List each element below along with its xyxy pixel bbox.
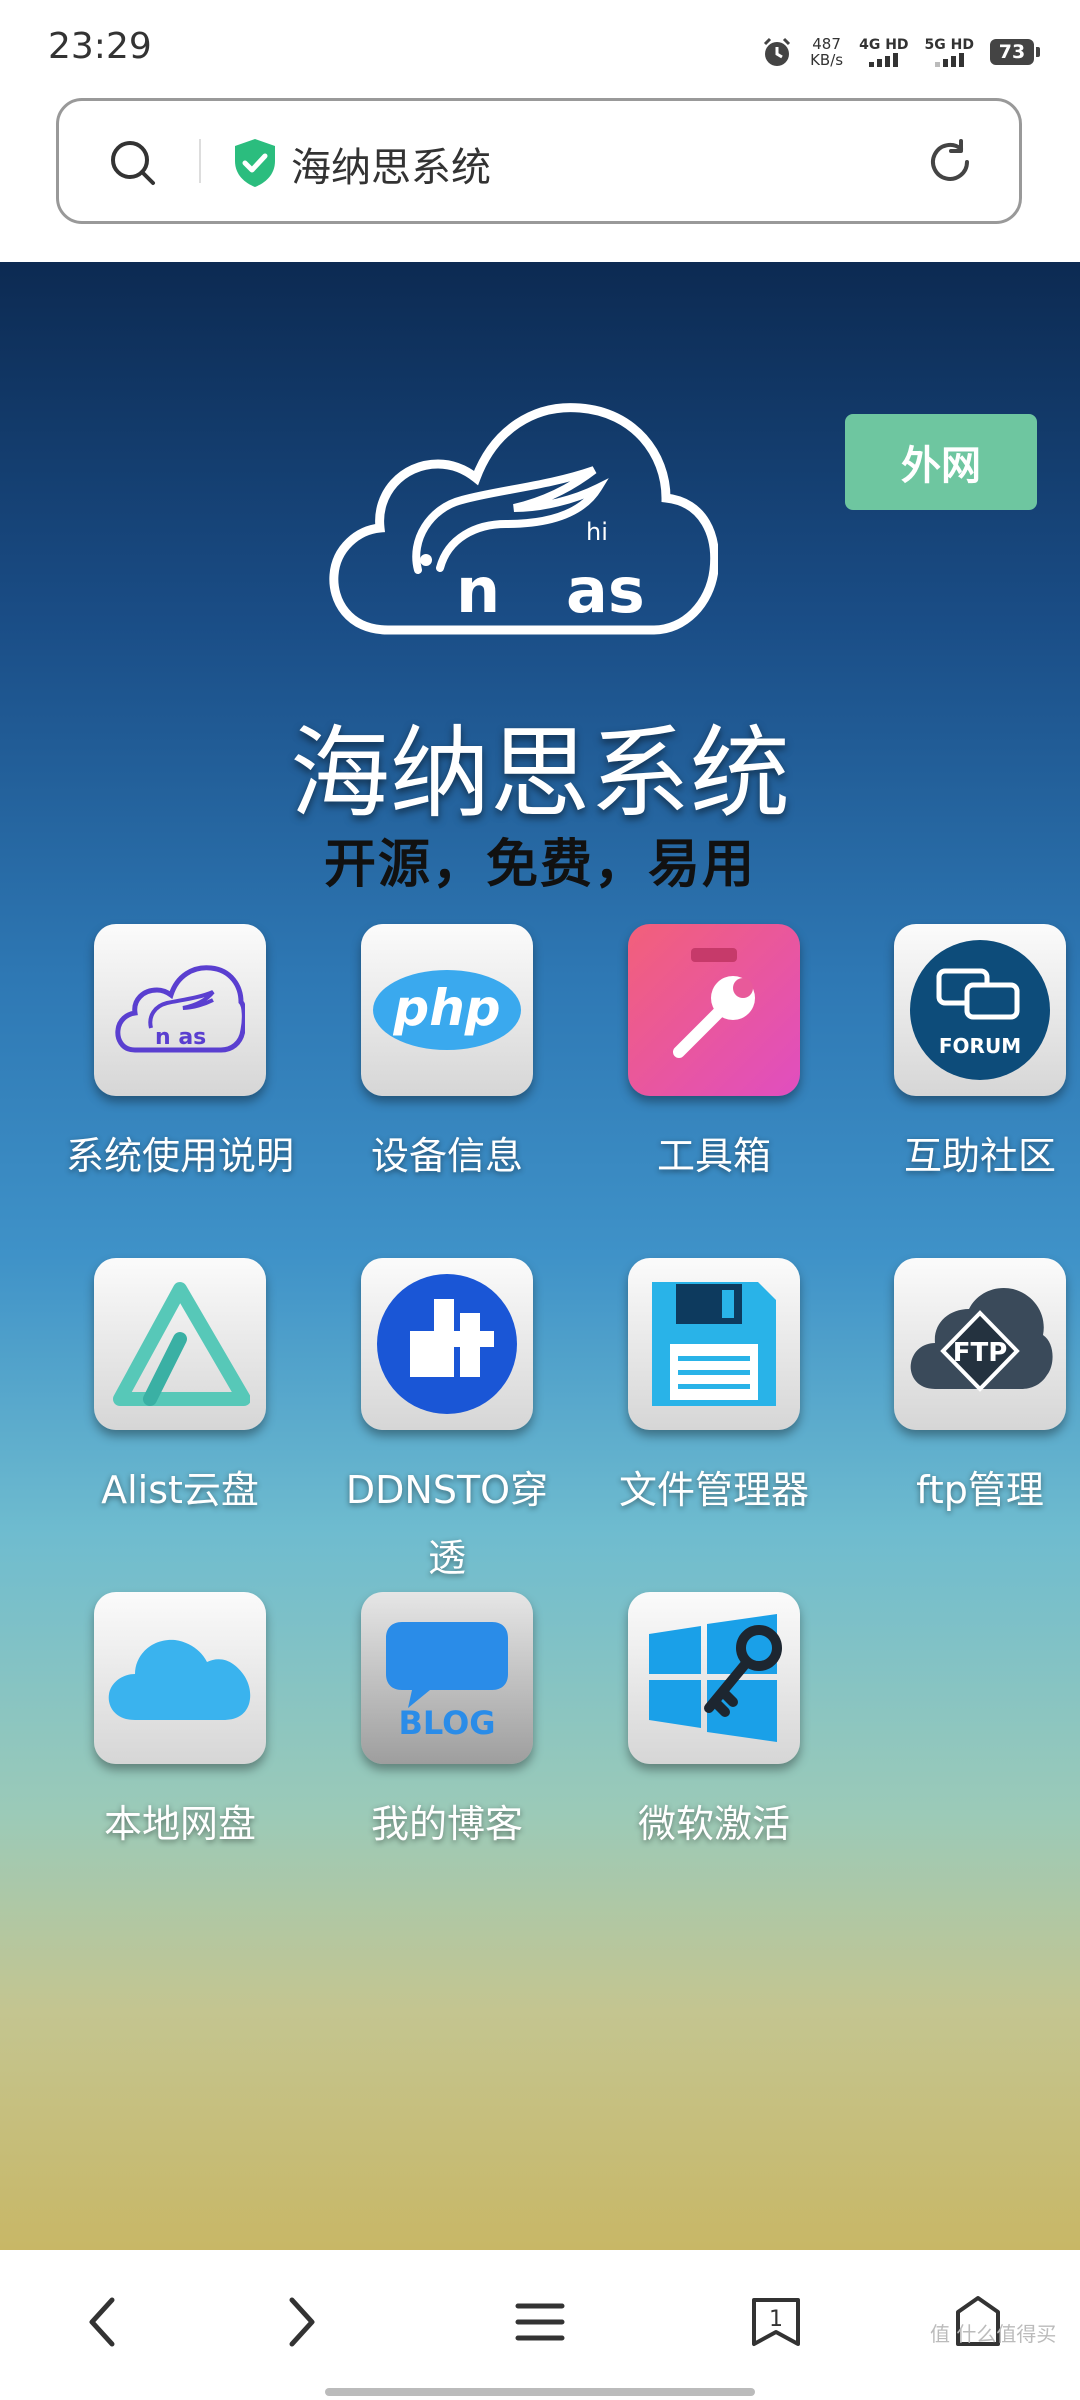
watermark: 值 什么值得买 [930,2322,1057,2346]
page-title-in-url[interactable]: 海纳思系统 [291,135,491,193]
ftp-icon-text: FTP [953,1338,1008,1368]
gesture-bar[interactable] [325,2388,755,2396]
floppy-disk-icon[interactable] [628,1258,800,1430]
app-label[interactable]: 微软激活 [594,1790,834,1858]
app-system-manual[interactable]: n as 系统使用说明 [60,924,300,1190]
browser-bottom-nav: 1 [0,2250,1080,2400]
svg-text:hi: hi [586,518,608,546]
svg-text:as: as [566,554,645,627]
php-icon[interactable]: php [361,924,533,1096]
svg-text:n as: n as [155,1025,206,1050]
secure-shield-icon [235,139,275,187]
app-label[interactable]: 文件管理器 [594,1456,834,1524]
speed-value: 487 [812,35,841,53]
alist-icon[interactable] [94,1258,266,1430]
cloud-icon[interactable] [94,1592,266,1764]
menu-icon[interactable] [514,2300,566,2344]
signal-4g: 4G HD [859,37,909,67]
app-label[interactable]: 本地网盘 [60,1790,300,1858]
app-label[interactable]: 工具箱 [594,1122,834,1190]
battery-level: 73 [998,41,1026,63]
app-ddnsto[interactable]: DDNSTO穿透 [327,1258,567,1592]
status-bar: 23:29 487 KB/s 4G HD 5G HD 73 [0,0,1080,96]
app-label[interactable]: ftp管理 [860,1456,1080,1524]
nas-logo-icon[interactable]: n as [94,924,266,1096]
site-subtitle: 开源，免费，易用 [323,835,756,895]
chevron-right-icon[interactable] [282,2294,322,2350]
app-label[interactable]: 我的博客 [327,1790,567,1858]
blog-icon[interactable]: BLOG [361,1592,533,1764]
signal-5g: 5G HD [925,37,974,67]
address-bar[interactable]: 海纳思系统 [56,98,1022,224]
forward-button[interactable] [270,2290,334,2354]
status-indicators: 487 KB/s 4G HD 5G HD 73 [760,28,1040,76]
app-file-manager[interactable]: 文件管理器 [594,1258,834,1524]
windows-key-icon[interactable] [628,1592,800,1764]
svg-text:n: n [456,554,500,627]
search-icon[interactable] [107,137,159,189]
ddnsto-icon[interactable] [361,1258,533,1430]
forum-icon[interactable]: FORUM [894,924,1066,1096]
chevron-left-icon[interactable] [82,2294,122,2350]
tabs-icon[interactable]: 1 [748,2292,804,2352]
app-label[interactable]: 系统使用说明 [60,1122,300,1190]
divider [199,139,201,183]
menu-button[interactable] [508,2290,572,2354]
signal-bars-icon [869,53,899,67]
app-label[interactable]: DDNSTO穿透 [327,1456,567,1592]
app-alist[interactable]: Alist云盘 [60,1258,300,1524]
site-title: 海纳思系统 [290,715,790,832]
app-ftp[interactable]: FTP ftp管理 [860,1258,1080,1524]
app-ms-activate[interactable]: 微软激活 [594,1592,834,1858]
battery-icon: 73 [990,39,1040,65]
app-label[interactable]: 互助社区 [860,1122,1080,1190]
app-community[interactable]: FORUM 互助社区 [860,924,1080,1190]
app-device-info[interactable]: php 设备信息 [327,924,567,1190]
signal-bars-icon [934,53,964,67]
web-page: 外网 hi n as 海纳思系统 开源，免费，易用 n as 系统使用说明 ph… [0,262,1080,2250]
network-speed: 487 KB/s [810,36,843,68]
signal-4g-label: 4G HD [859,37,909,53]
alarm-icon [764,37,791,66]
blog-icon-text: BLOG [398,1704,495,1742]
nas-logo-icon: hi n as [329,403,718,635]
ftp-cloud-icon[interactable]: FTP [894,1258,1066,1430]
browser-toolbar: 海纳思系统 [0,96,1080,262]
app-toolbox[interactable]: 工具箱 [594,924,834,1190]
tabs-count: 1 [769,2307,783,2332]
php-icon-text: php [392,979,500,1037]
signal-5g-label: 5G HD [924,37,974,53]
external-network-button[interactable]: 外网 [845,414,1037,510]
toolbox-icon[interactable] [628,924,800,1096]
forum-icon-text: FORUM [939,1034,1021,1058]
speed-unit: KB/s [810,51,844,69]
back-button[interactable] [70,2290,134,2354]
tabs-button[interactable]: 1 [744,2290,808,2354]
app-blog[interactable]: BLOG 我的博客 [327,1592,567,1858]
status-time: 23:29 [48,26,152,67]
reload-icon[interactable] [923,135,977,189]
app-label[interactable]: 设备信息 [327,1122,567,1190]
app-local-disk[interactable]: 本地网盘 [60,1592,300,1858]
app-label[interactable]: Alist云盘 [60,1456,300,1524]
